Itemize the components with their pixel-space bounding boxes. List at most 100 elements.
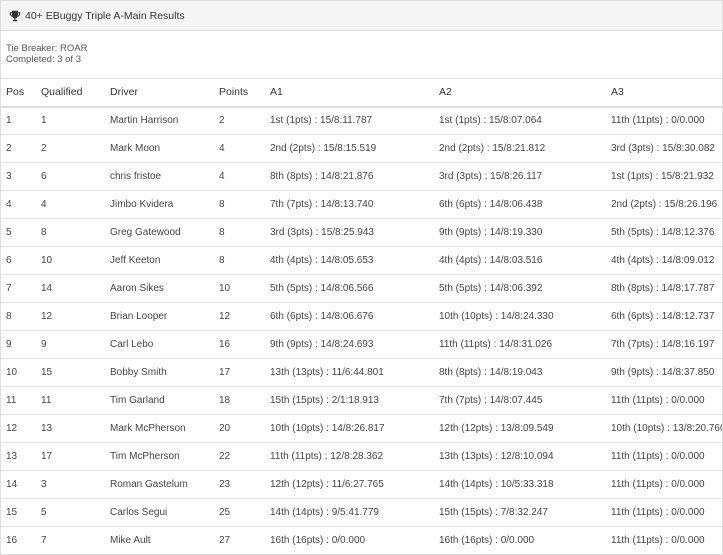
- cell-a2: 2nd (2pts) : 15/8:21.812: [439, 143, 546, 154]
- cell-qualified: 2: [41, 143, 47, 154]
- header-driver[interactable]: Driver: [105, 79, 214, 107]
- cell-qualified: 8: [41, 227, 47, 238]
- table-row: 13 17 Tim McPherson 22 11th (11pts) : 12/8:2…: [1, 443, 722, 471]
- cell-a3: 7th (7pts) : 14/8:16.197: [611, 339, 715, 350]
- cell-qualified: 6: [41, 171, 47, 182]
- header-a2[interactable]: A2: [434, 79, 606, 107]
- cell-pos: 10: [6, 367, 18, 378]
- cell-driver: Roman Gastelum: [110, 479, 188, 490]
- header-a3[interactable]: A3: [606, 79, 722, 107]
- cell-a1: 9th (9pts) : 14/8:24.693: [270, 339, 374, 350]
- cell-driver: Tim McPherson: [110, 451, 180, 462]
- cell-driver: Bobby Smith: [110, 367, 167, 378]
- cell-a3: 1st (1pts) : 15/8:21.932: [611, 171, 714, 182]
- cell-qualified: 15: [41, 367, 53, 378]
- cell-a2: 7th (7pts) : 14/8:07.445: [439, 395, 543, 406]
- cell-a3: 11th (11pts) : 0/0.000: [611, 115, 705, 127]
- cell-a3: 11th (11pts) : 0/0.000: [611, 479, 705, 490]
- cell-a1: 15th (15pts) : 2/1:18.913: [270, 395, 379, 406]
- cell-qualified: 3: [41, 479, 47, 490]
- cell-a1: 7th (7pts) : 14/8:13.740: [270, 199, 374, 210]
- cell-driver: Aaron Sikes: [110, 283, 164, 294]
- cell-driver: Martin Harrison: [110, 115, 179, 127]
- cell-points: 4: [219, 171, 225, 182]
- cell-driver: Mark McPherson: [110, 423, 186, 434]
- cell-a2: 12th (12pts) : 13/8:09.549: [439, 423, 554, 434]
- table-row: 5 8 Greg Gatewood 8 3rd (3pts) : 15/8:25.943…: [1, 219, 722, 247]
- cell-pos: 9: [6, 339, 12, 350]
- panel-title: 40+ EBuggy Triple A-Main Results: [25, 9, 185, 22]
- cell-pos: 2: [6, 143, 12, 154]
- table-row: 16 7 Mike Ault 27 16th (16pts) : 0/0.000 16th…: [1, 527, 722, 554]
- table-row: 11 11 Tim Garland 18 15th (15pts) : 2/1:18.9…: [1, 387, 722, 415]
- header-points[interactable]: Points: [214, 79, 265, 107]
- cell-pos: 12: [6, 423, 18, 434]
- cell-a2: 8th (8pts) : 14/8:19.043: [439, 367, 543, 378]
- cell-a3: 11th (11pts) : 0/0.000: [611, 451, 705, 462]
- table-row: 12 13 Mark McPherson 20 10th (10pts) : 14/8:…: [1, 415, 722, 443]
- cell-a3: 9th (9pts) : 14/8:37.850: [611, 367, 715, 378]
- cell-a3: 2nd (2pts) : 15/8:26.196: [611, 199, 718, 210]
- cell-qualified: 4: [41, 199, 47, 210]
- cell-a2: 6th (6pts) : 14/8:06.438: [439, 199, 543, 210]
- cell-points: 25: [219, 507, 231, 518]
- cell-a1: 10th (10pts) : 14/8:26.817: [270, 423, 385, 434]
- cell-a1: 13th (13pts) : 11/6:44.801: [270, 367, 384, 378]
- cell-a2: 5th (5pts) : 14/8:06.392: [439, 283, 543, 294]
- table-row: 15 5 Carlos Segui 25 14th (14pts) : 9/5:41.7…: [1, 499, 722, 527]
- cell-a3: 3rd (3pts) : 15/8:30.082: [611, 143, 715, 154]
- cell-driver: Greg Gatewood: [110, 227, 181, 238]
- results-body: 1 1 Martin Harrison 2 1st (1pts) : 15/8:11.7…: [1, 107, 722, 554]
- cell-qualified: 7: [41, 535, 47, 546]
- table-row: 9 9 Carl Lebo 16 9th (9pts) : 14/8:24.693 11t…: [1, 331, 722, 359]
- cell-a3: 5th (5pts) : 14/8:12.376: [611, 227, 715, 238]
- cell-qualified: 12: [41, 311, 53, 322]
- cell-qualified: 5: [41, 507, 47, 518]
- cell-a2: 14th (14pts) : 10/5:33.318: [439, 479, 554, 490]
- header-pos[interactable]: Pos: [1, 79, 36, 107]
- cell-a2: 9th (9pts) : 14/8:19.330: [439, 227, 543, 238]
- cell-a1: 4th (4pts) : 14/8:05.653: [270, 255, 374, 266]
- cell-a1: 16th (16pts) : 0/0.000: [270, 535, 366, 546]
- header-a1[interactable]: A1: [265, 79, 434, 107]
- cell-a2: 13th (13pts) : 12/8:10.094: [439, 451, 554, 462]
- cell-points: 12: [219, 311, 231, 322]
- cell-pos: 16: [6, 535, 18, 546]
- cell-pos: 14: [6, 479, 18, 490]
- cell-points: 2: [219, 115, 225, 127]
- cell-pos: 5: [6, 227, 12, 238]
- header-qualified[interactable]: Qualified: [36, 79, 105, 107]
- cell-driver: Mark Moon: [110, 143, 161, 154]
- cell-pos: 3: [6, 171, 12, 182]
- cell-a2: 3rd (3pts) : 15/8:26.117: [439, 171, 543, 182]
- table-row: 8 12 Brian Looper 12 6th (6pts) : 14/8:06.67…: [1, 303, 722, 331]
- cell-a1: 12th (12pts) : 11/6:27.765: [270, 479, 384, 490]
- tie-breaker-text: Tie Breaker: ROAR: [6, 43, 88, 54]
- cell-a1: 1st (1pts) : 15/8:11.787: [270, 115, 373, 127]
- cell-pos: 7: [6, 283, 12, 294]
- cell-a1: 5th (5pts) : 14/8:06.566: [270, 283, 374, 294]
- table-row: 4 4 Jimbo Kvidera 8 7th (7pts) : 14/8:13.740…: [1, 191, 722, 219]
- race-meta: Tie Breaker: ROAR Completed: 3 of 3: [1, 31, 722, 78]
- cell-points: 4: [219, 143, 225, 154]
- cell-points: 16: [219, 339, 231, 350]
- cell-pos: 15: [6, 507, 18, 518]
- cell-a1: 14th (14pts) : 9/5:41.779: [270, 507, 379, 518]
- cell-points: 17: [219, 367, 231, 378]
- cell-driver: Jeff Keeton: [110, 255, 161, 266]
- cell-points: 8: [219, 199, 225, 210]
- cell-a1: 2nd (2pts) : 15/8:15.519: [270, 143, 377, 154]
- cell-qualified: 17: [41, 451, 53, 462]
- cell-a2: 11th (11pts) : 14/8:31.026: [439, 339, 553, 350]
- completed-text: Completed: 3 of 3: [6, 54, 81, 65]
- cell-qualified: 10: [41, 255, 53, 266]
- cell-qualified: 13: [41, 423, 53, 434]
- cell-a1: 8th (8pts) : 14/8:21.876: [270, 171, 374, 182]
- cell-a1: 3rd (3pts) : 15/8:25.943: [270, 227, 374, 238]
- cell-points: 27: [219, 535, 231, 546]
- cell-a3: 11th (11pts) : 0/0.000: [611, 535, 705, 546]
- cell-points: 22: [219, 451, 231, 462]
- cell-pos: 11: [6, 395, 17, 406]
- cell-a2: 10th (10pts) : 14/8:24.330: [439, 311, 554, 322]
- cell-driver: Tim Garland: [110, 395, 165, 406]
